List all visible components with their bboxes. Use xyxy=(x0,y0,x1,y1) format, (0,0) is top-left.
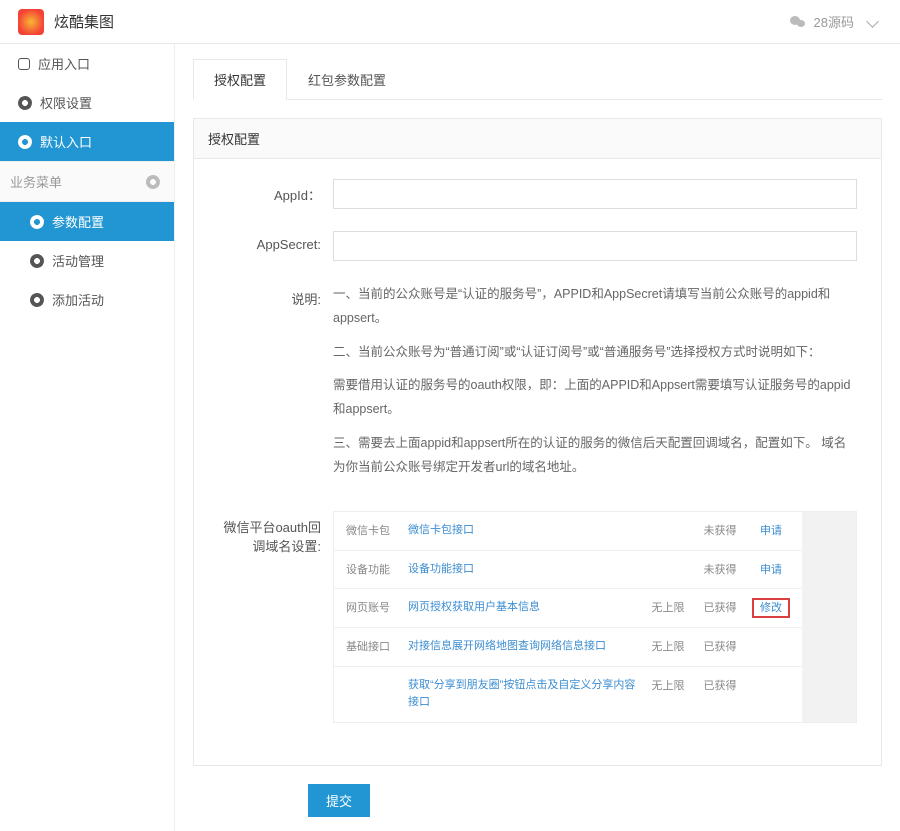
panel-auth-config: 授权配置 AppId： AppSecret: 说明: xyxy=(193,118,882,766)
sidebar-subitem-activity-manage[interactable]: 活动管理 xyxy=(0,241,174,280)
desc-line: 三、需要去上面appid和appsert所在的认证的服务的微信后天配置回调域名，… xyxy=(333,432,857,480)
form-row-appid: AppId： xyxy=(218,179,857,209)
sidebar-item-permission[interactable]: 权限设置 xyxy=(0,83,174,122)
sidebar-item-default-entry[interactable]: 默认入口 xyxy=(0,122,174,161)
app-header: 炫酷集图 28源码 xyxy=(0,0,900,44)
cell: 未获得 xyxy=(700,522,740,538)
sidebar-item-label: 应用入口 xyxy=(38,54,90,73)
sidebar-item-label: 活动管理 xyxy=(52,251,104,270)
cell: 已获得 xyxy=(700,599,740,615)
sidebar-item-label: 参数配置 xyxy=(52,212,104,231)
label-callback: 微信平台oauth回调域名设置: xyxy=(218,511,333,723)
app-title: 炫酷集图 xyxy=(54,11,114,32)
sidebar-item-label: 默认入口 xyxy=(40,132,92,151)
header-left: 炫酷集图 xyxy=(18,9,114,35)
gear-icon xyxy=(146,175,160,189)
label-appsecret: AppSecret: xyxy=(218,231,333,261)
gear-icon xyxy=(30,254,44,268)
cell: 设备功能接口 xyxy=(408,561,636,579)
cell: 微信卡包接口 xyxy=(408,522,636,540)
cell: 网页授权获取用户基本信息 xyxy=(408,599,636,617)
desc-line: 需要借用认证的服务号的oauth权限，即：上面的APPID和Appsert需要填… xyxy=(333,374,857,422)
cell: 微信卡包 xyxy=(346,522,396,538)
cell: 获取“分享到朋友圈”按钮点击及自定义分享内容接口 xyxy=(408,677,636,712)
cell: 基础接口 xyxy=(346,638,396,654)
sidebar-subitem-params[interactable]: 参数配置 xyxy=(0,202,174,241)
main-content: 授权配置 红包参数配置 授权配置 AppId： AppSecret: xyxy=(175,44,900,831)
source-label: 28源码 xyxy=(814,12,854,31)
cell: 无上限 xyxy=(648,638,688,654)
cell: 设备功能 xyxy=(346,561,396,577)
input-appsecret[interactable] xyxy=(333,231,857,261)
cell: 申请 xyxy=(752,561,790,577)
form-row-desc: 说明: 一、当前的公众账号是“认证的服务号”，APPID和AppSecret请填… xyxy=(218,283,857,489)
form-row-callback: 微信平台oauth回调域名设置: 微信卡包 微信卡包接口 未获得 申请 xyxy=(218,511,857,723)
table-row: 基础接口 对接信息展开网络地图查询网络信息接口 无上限 已获得 xyxy=(334,628,802,667)
modify-link[interactable]: 修改 xyxy=(752,598,790,618)
tab-auth-config[interactable]: 授权配置 xyxy=(193,59,287,100)
sidebar-subitem-add-activity[interactable]: 添加活动 xyxy=(0,280,174,319)
gear-icon xyxy=(30,215,44,229)
desc-line: 二、当前公众账号为“普通订阅”或“认证订阅号”或“普通服务号”选择授权方式时说明… xyxy=(333,341,857,365)
label-desc: 说明: xyxy=(218,283,333,489)
input-appid[interactable] xyxy=(333,179,857,209)
desc-line: 一、当前的公众账号是“认证的服务号”，APPID和AppSecret请填写当前公… xyxy=(333,283,857,331)
cell: 未获得 xyxy=(700,561,740,577)
header-right[interactable]: 28源码 xyxy=(790,12,882,31)
sidebar-item-label: 添加活动 xyxy=(52,290,104,309)
panel-title: 授权配置 xyxy=(194,119,881,159)
table-row: 设备功能 设备功能接口 未获得 申请 xyxy=(334,551,802,590)
cell: 无上限 xyxy=(648,677,688,693)
sidebar-section-label: 业务菜单 xyxy=(10,172,62,191)
callback-side-placeholder xyxy=(802,512,856,722)
cell: 申请 xyxy=(752,522,790,538)
callback-table: 微信卡包 微信卡包接口 未获得 申请 设备功能 设备功能接口 xyxy=(333,511,857,723)
cell: 对接信息展开网络地图查询网络信息接口 xyxy=(408,638,636,656)
gear-icon xyxy=(18,96,32,110)
sidebar-item-app-entry[interactable]: 应用入口 xyxy=(0,44,174,83)
submit-button[interactable]: 提交 xyxy=(308,784,370,817)
cell: 已获得 xyxy=(700,638,740,654)
table-row: 网页账号 网页授权获取用户基本信息 无上限 已获得 修改 xyxy=(334,589,802,628)
cell: 网页账号 xyxy=(346,599,396,615)
gear-icon xyxy=(18,135,32,149)
table-row: 微信卡包 微信卡包接口 未获得 申请 xyxy=(334,512,802,551)
desc-text: 一、当前的公众账号是“认证的服务号”，APPID和AppSecret请填写当前公… xyxy=(333,283,857,489)
tab-redpacket-config[interactable]: 红包参数配置 xyxy=(287,59,407,100)
tabs: 授权配置 红包参数配置 xyxy=(193,58,882,100)
form-row-appsecret: AppSecret: xyxy=(218,231,857,261)
app-logo-icon xyxy=(18,9,44,35)
entry-icon xyxy=(18,58,30,70)
sidebar: 应用入口 权限设置 默认入口 业务菜单 参数配置 活动管理 添加活动 xyxy=(0,44,175,831)
cell: 已获得 xyxy=(700,677,740,693)
sidebar-section-business[interactable]: 业务菜单 xyxy=(0,161,174,202)
label-appid: AppId： xyxy=(218,179,333,209)
wechat-icon xyxy=(790,15,806,29)
chevron-down-icon[interactable] xyxy=(862,15,882,29)
gear-icon xyxy=(30,293,44,307)
sidebar-item-label: 权限设置 xyxy=(40,93,92,112)
cell: 无上限 xyxy=(648,599,688,615)
table-row: 获取“分享到朋友圈”按钮点击及自定义分享内容接口 无上限 已获得 xyxy=(334,667,802,722)
